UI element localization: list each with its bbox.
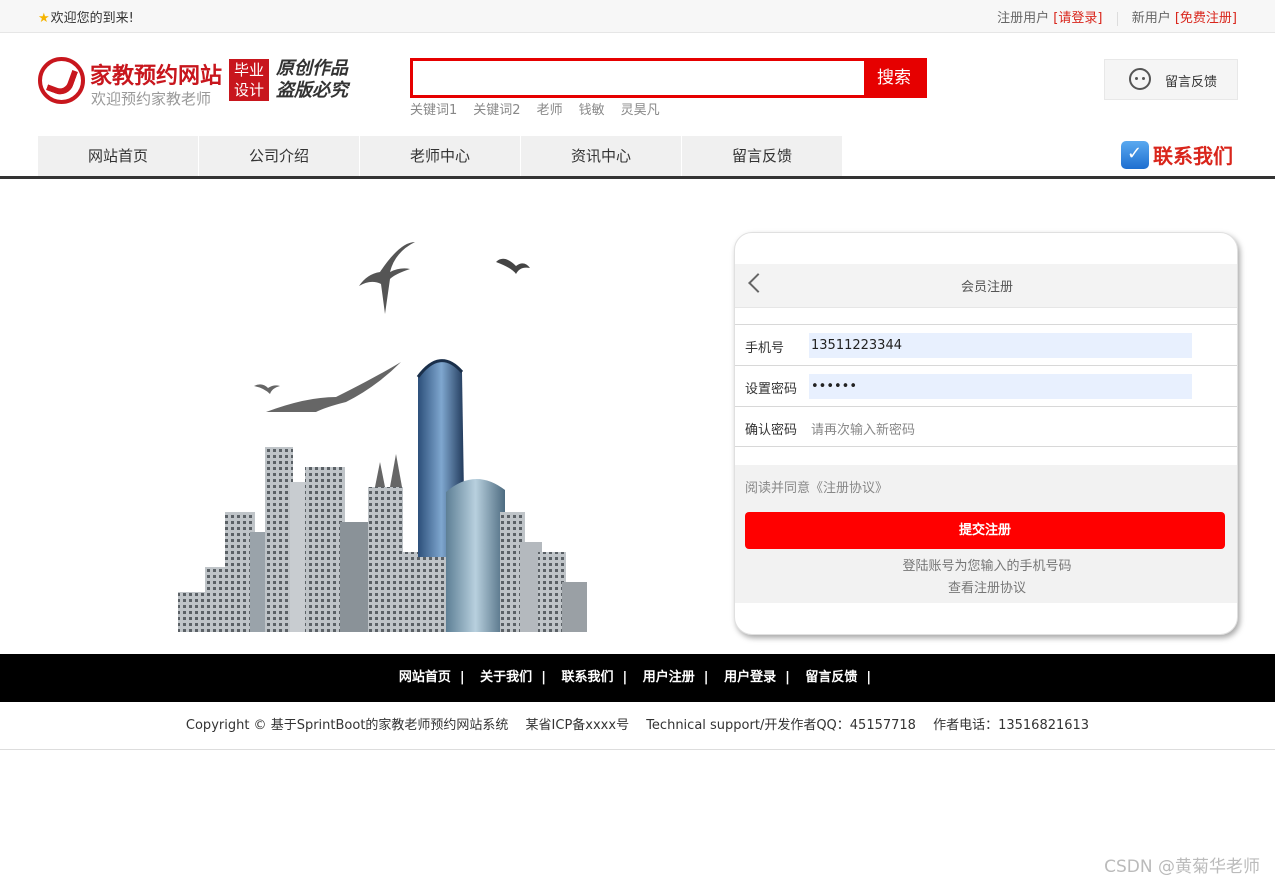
agreement-link[interactable]: 阅读并同意《注册协议》	[745, 477, 888, 496]
customer-service-icon	[1129, 68, 1151, 90]
star-icon: ★	[38, 11, 50, 26]
keyword-link[interactable]: 关键词2	[473, 103, 520, 118]
city-birds-illustration	[178, 242, 587, 632]
login-link[interactable]: [请登录]	[1053, 11, 1102, 26]
top-bar: ★欢迎您的到来! 注册用户 [请登录] 新用户 [免费注册]	[0, 0, 1275, 33]
site-logo-icon[interactable]	[38, 57, 85, 104]
keyword-link[interactable]: 关键词1	[410, 103, 457, 118]
panel-title: 会员注册	[960, 280, 1013, 295]
slogan-line-1: 原创作品	[276, 58, 348, 79]
nav-item-news[interactable]: 资讯中心	[521, 136, 681, 176]
footer-link-home[interactable]: 网站首页	[399, 670, 451, 685]
watermark: CSDN @黄菊华老师	[1104, 857, 1260, 877]
keyword-link[interactable]: 灵昊凡	[621, 103, 660, 118]
phone-field[interactable]: 13511223344	[809, 333, 1192, 358]
nav-item-teachers[interactable]: 老师中心	[360, 136, 520, 176]
footer-link-login[interactable]: 用户登录	[724, 670, 776, 685]
site-subtitle: 欢迎预约家教老师	[91, 90, 212, 108]
site-name: 家教预约网站	[90, 64, 223, 89]
agreement-area: 阅读并同意《注册协议》 提交注册 登陆账号为您输入的手机号码 查看注册协议	[735, 465, 1237, 603]
badge-line-2: 设计	[233, 81, 264, 99]
nav-item-feedback[interactable]: 留言反馈	[682, 136, 842, 176]
submit-register-button[interactable]: 提交注册	[745, 512, 1225, 549]
new-user-label: 新用户	[1131, 11, 1171, 26]
login-hint: 登陆账号为您输入的手机号码	[902, 559, 1072, 574]
confirm-password-label: 确认密码	[745, 423, 798, 438]
hot-keywords: 关键词1 关键词2 老师 钱敏 灵昊凡	[410, 99, 676, 118]
confirm-password-row: 确认密码 请再次输入新密码	[735, 406, 1237, 447]
register-panel: 会员注册 手机号 13511223344 设置密码 •••••• 确认密码 请再…	[734, 232, 1238, 635]
phone-row: 手机号 13511223344	[735, 324, 1237, 365]
footer-links: 网站首页 | 关于我们 | 联系我们 | 用户注册 | 用户登录 | 留言反馈 |	[0, 654, 1275, 702]
slogan-line-2: 盗版必究	[276, 80, 348, 101]
password-field[interactable]: ••••••	[809, 374, 1192, 399]
nav-item-home[interactable]: 网站首页	[38, 136, 198, 176]
search-box: 搜索	[410, 58, 927, 98]
footer-link-about[interactable]: 关于我们	[480, 670, 532, 685]
password-label: 设置密码	[745, 382, 798, 397]
main-nav: 网站首页 公司介绍 老师中心 资讯中心 留言反馈 联系我们	[0, 136, 1275, 179]
contact-us-link[interactable]: 联系我们	[1121, 140, 1233, 169]
keyword-link[interactable]: 钱敏	[579, 103, 605, 118]
footer-link-contact[interactable]: 联系我们	[561, 670, 613, 685]
seagull-icon	[359, 242, 415, 314]
seagull-icon	[254, 384, 280, 394]
welcome-text: ★欢迎您的到来!	[38, 7, 134, 26]
free-register-link[interactable]: [免费注册]	[1175, 11, 1237, 26]
badge-line-1: 毕业	[233, 61, 264, 79]
keyword-link[interactable]: 老师	[537, 103, 563, 118]
view-agreement-link[interactable]: 查看注册协议	[735, 577, 1237, 596]
confirm-password-field[interactable]: 请再次输入新密码	[811, 419, 915, 438]
password-row: 设置密码 ••••••	[735, 365, 1237, 406]
footer-link-register[interactable]: 用户注册	[643, 670, 695, 685]
search-input[interactable]	[413, 61, 865, 95]
panel-header: 会员注册	[735, 264, 1237, 308]
register-user-label: 注册用户	[997, 11, 1050, 26]
slogan: 原创作品 盗版必究	[276, 58, 348, 102]
nav-item-company[interactable]: 公司介绍	[199, 136, 359, 176]
seagull-icon	[266, 362, 401, 412]
phone-label: 手机号	[745, 341, 785, 356]
search-button[interactable]: 搜索	[864, 61, 924, 95]
feedback-button[interactable]: 留言反馈	[1104, 59, 1238, 100]
phone-icon	[1121, 140, 1149, 169]
top-links: 注册用户 [请登录] 新用户 [免费注册]	[997, 7, 1237, 26]
divider	[1116, 11, 1118, 26]
contact-us-label: 联系我们	[1153, 144, 1233, 168]
graduation-badge: 毕业 设计	[229, 59, 269, 101]
feedback-label: 留言反馈	[1165, 75, 1218, 90]
welcome-label: 欢迎您的到来!	[50, 11, 134, 26]
copyright: Copyright © 基于SprintBoot的家教老师预约网站系统 某省IC…	[0, 702, 1275, 750]
footer-link-feedback[interactable]: 留言反馈	[805, 670, 857, 685]
seagull-icon	[496, 258, 530, 274]
